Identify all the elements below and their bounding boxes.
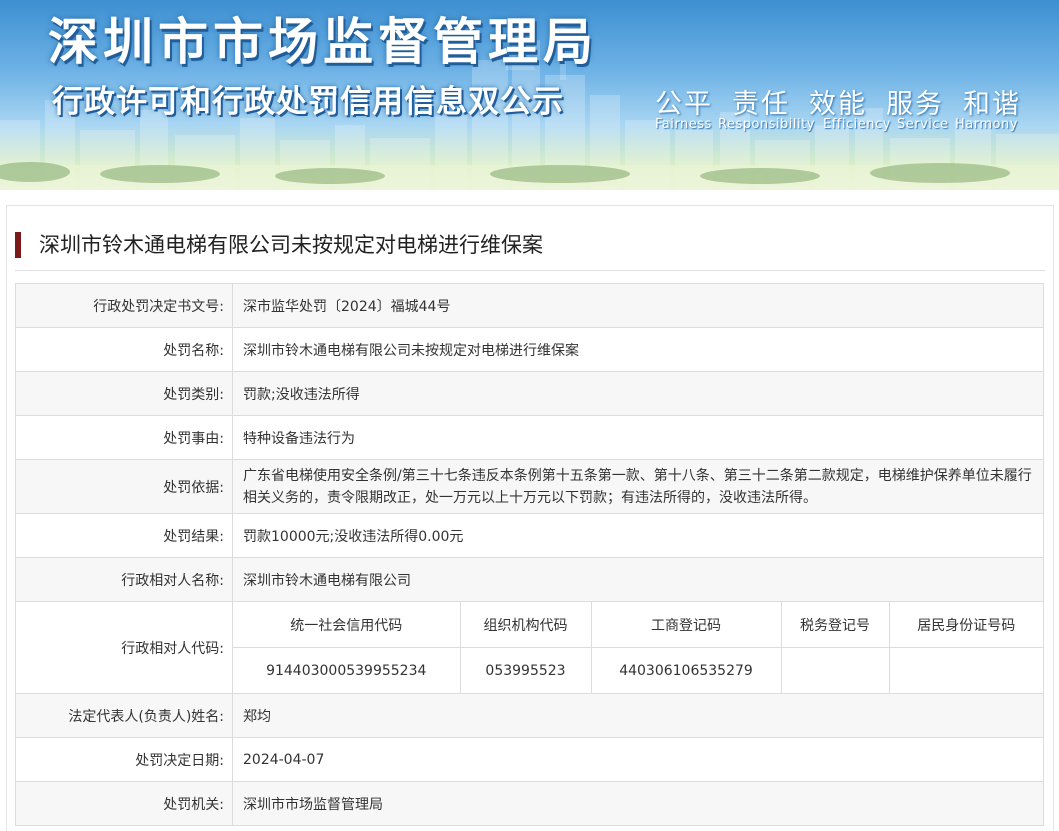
row-doc-no: 行政处罚决定书文号: 深市监华处罚〔2024〕福城44号 — [15, 283, 1044, 328]
banner-subtitle: 行政许可和行政处罚信用信息双公示 — [52, 84, 564, 120]
slogan-en-harmony: Harmony — [955, 117, 1018, 132]
codes-header-row: 统一社会信用代码 组织机构代码 工商登记码 税务登记号 居民身份证号码 — [233, 602, 1043, 648]
value-penalty-basis: 广东省电梯使用安全条例/第三十七条违反本条例第十五条第一款、第十八条、第三十二条… — [232, 459, 1044, 514]
row-party-codes: 行政相对人代码: 统一社会信用代码 组织机构代码 工商登记码 税务登记号 居民身… — [15, 601, 1044, 694]
slogan-cn-harmony: 和谐 — [963, 89, 1021, 120]
value-party-name: 深圳市铃木通电梯有限公司 — [232, 557, 1044, 602]
row-penalty-authority: 处罚机关: 深圳市市场监督管理局 — [15, 781, 1044, 826]
banner-title: 深圳市市场监督管理局 — [48, 13, 598, 71]
label-penalty-basis: 处罚依据: — [15, 459, 233, 514]
value-penalty-category: 罚款;没收违法所得 — [232, 371, 1044, 416]
label-party-name: 行政相对人名称: — [15, 557, 233, 602]
header-org-code: 组织机构代码 — [459, 602, 592, 648]
value-business-reg-code: 440306106535279 — [590, 647, 782, 693]
row-legal-rep: 法定代表人(负责人)姓名: 郑均 — [15, 693, 1044, 738]
value-decision-date: 2024-04-07 — [232, 737, 1044, 782]
value-penalty-result: 罚款10000元;没收违法所得0.00元 — [232, 513, 1044, 558]
header-business-reg-code: 工商登记码 — [590, 602, 782, 648]
slogan-en-fairness: Fairness — [655, 117, 712, 132]
label-penalty-result: 处罚结果: — [15, 513, 233, 558]
row-party-name: 行政相对人名称: 深圳市铃木通电梯有限公司 — [15, 557, 1044, 602]
label-penalty-name: 处罚名称: — [15, 327, 233, 372]
value-penalty-reason: 特种设备违法行为 — [232, 415, 1044, 460]
slogan-en-responsibility: Responsibility — [718, 117, 815, 132]
label-penalty-category: 处罚类别: — [15, 371, 233, 416]
label-party-codes: 行政相对人代码: — [15, 601, 233, 694]
slogan-en-service: Service — [897, 117, 949, 132]
title-accent-bar — [15, 232, 21, 258]
label-legal-rep: 法定代表人(负责人)姓名: — [15, 693, 233, 738]
row-penalty-basis: 处罚依据: 广东省电梯使用安全条例/第三十七条违反本条例第十五条第一款、第十八条… — [15, 459, 1044, 514]
header-tax-reg-no: 税务登记号 — [780, 602, 890, 648]
row-penalty-category: 处罚类别: 罚款;没收违法所得 — [15, 371, 1044, 416]
header-credit-code: 统一社会信用代码 — [233, 602, 461, 648]
case-title: 深圳市铃木通电梯有限公司未按规定对电梯进行维保案 — [39, 233, 543, 257]
slogan-cn-service: 服务 — [886, 89, 944, 120]
slogan-en-efficiency: Efficiency — [823, 117, 891, 132]
value-org-code: 053995523 — [459, 647, 592, 693]
value-doc-no: 深市监华处罚〔2024〕福城44号 — [232, 283, 1044, 328]
header-id-card-no: 居民身份证号码 — [888, 602, 1043, 648]
value-penalty-name: 深圳市铃木通电梯有限公司未按规定对电梯进行维保案 — [232, 327, 1044, 372]
value-id-card-no — [888, 647, 1043, 693]
value-penalty-authority: 深圳市市场监督管理局 — [232, 781, 1044, 826]
row-decision-date: 处罚决定日期: 2024-04-07 — [15, 737, 1044, 782]
label-penalty-reason: 处罚事由: — [15, 415, 233, 460]
codes-value-row: 914403000539955234 053995523 44030610653… — [233, 647, 1043, 693]
slogan-cn-efficiency: 效能 — [809, 89, 867, 120]
slogan-cn-fairness: 公平 — [655, 89, 713, 120]
value-legal-rep: 郑均 — [232, 693, 1044, 738]
party-codes-table: 统一社会信用代码 组织机构代码 工商登记码 税务登记号 居民身份证号码 9144… — [233, 602, 1043, 693]
value-tax-reg-no — [780, 647, 890, 693]
case-title-row: 深圳市铃木通电梯有限公司未按规定对电梯进行维保案 — [15, 230, 1045, 271]
label-penalty-authority: 处罚机关: — [15, 781, 233, 826]
header-banner: 深圳市市场监督管理局 行政许可和行政处罚信用信息双公示 公平 责任 效能 服务 … — [0, 0, 1059, 190]
slogan-cn-responsibility: 责任 — [732, 89, 790, 120]
label-decision-date: 处罚决定日期: — [15, 737, 233, 782]
label-doc-no: 行政处罚决定书文号: — [15, 283, 233, 328]
value-credit-code: 914403000539955234 — [233, 647, 461, 693]
row-penalty-result: 处罚结果: 罚款10000元;没收违法所得0.00元 — [15, 513, 1044, 558]
row-penalty-reason: 处罚事由: 特种设备违法行为 — [15, 415, 1044, 460]
codes-cell: 统一社会信用代码 组织机构代码 工商登记码 税务登记号 居民身份证号码 9144… — [232, 601, 1044, 694]
content-panel: 深圳市铃木通电梯有限公司未按规定对电梯进行维保案 行政处罚决定书文号: 深市监华… — [6, 205, 1054, 831]
row-penalty-name: 处罚名称: 深圳市铃木通电梯有限公司未按规定对电梯进行维保案 — [15, 327, 1044, 372]
penalty-info-table: 行政处罚决定书文号: 深市监华处罚〔2024〕福城44号 处罚名称: 深圳市铃木… — [15, 283, 1044, 826]
